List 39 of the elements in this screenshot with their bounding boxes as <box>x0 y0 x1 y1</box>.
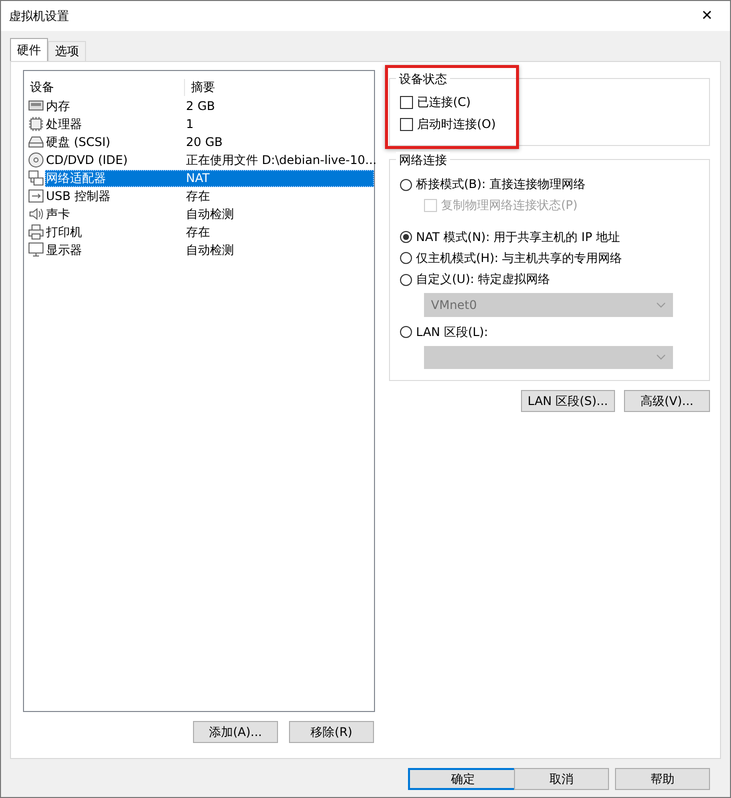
radio-option[interactable]: LAN 区段(L): <box>400 322 699 343</box>
usb-icon <box>28 188 44 204</box>
network-icon <box>28 170 44 186</box>
dialog-button[interactable]: 帮助 <box>615 768 710 790</box>
cd-icon <box>28 152 44 168</box>
device-row[interactable]: 处理器 1 <box>45 116 374 132</box>
group-title: 设备状态 <box>396 71 450 88</box>
network-button[interactable]: LAN 区段(S)... <box>520 390 615 412</box>
device-row[interactable]: 显示器 自动检测 <box>45 242 374 258</box>
device-row[interactable]: CD/DVD (IDE) 正在使用文件 D:\debian-live-10... <box>45 152 378 168</box>
checkbox-option[interactable]: 启动时连接(O) <box>400 115 699 133</box>
chevron-down-icon <box>656 302 666 308</box>
radio-option[interactable]: 自定义(U): 特定虚拟网络 <box>400 269 699 290</box>
chevron-down-icon <box>656 354 666 360</box>
device-row[interactable]: 网络适配器 NAT <box>45 170 374 186</box>
display-icon <box>28 242 44 258</box>
device-row[interactable]: USB 控制器 存在 <box>45 188 374 204</box>
column-header: 设备 <box>30 78 185 96</box>
device-row[interactable]: 内存 2 GB <box>45 98 374 114</box>
device-row[interactable]: 声卡 自动检测 <box>45 206 374 222</box>
column-header: 摘要 <box>190 78 215 96</box>
cpu-icon <box>28 116 44 132</box>
checkbox-option[interactable]: 已连接(C) <box>400 93 699 111</box>
device-button[interactable]: 添加(A)... <box>193 721 278 743</box>
sound-icon <box>28 206 44 222</box>
radio-option[interactable]: NAT 模式(N): 用于共享主机的 IP 地址 <box>400 226 699 248</box>
dialog-button[interactable]: 取消 <box>514 768 609 790</box>
device-button[interactable]: 移除(R) <box>289 721 374 743</box>
group-title: 网络连接 <box>396 152 450 169</box>
tab[interactable]: 硬件 <box>10 38 48 61</box>
network-button[interactable]: 高级(V)... <box>624 390 710 412</box>
close-button[interactable]: ✕ <box>684 1 730 31</box>
radio-option[interactable]: 仅主机模式(H): 与主机共享的专用网络 <box>400 248 699 269</box>
tab[interactable]: 选项 <box>48 41 86 61</box>
device-row[interactable]: 硬盘 (SCSI) 20 GB <box>45 134 374 150</box>
window-title: 虚拟机设置 <box>9 8 69 24</box>
radio-option[interactable]: 桥接模式(B): 直接连接物理网络 <box>400 174 699 196</box>
device-row[interactable]: 打印机 存在 <box>45 224 374 240</box>
printer-icon <box>28 224 44 240</box>
